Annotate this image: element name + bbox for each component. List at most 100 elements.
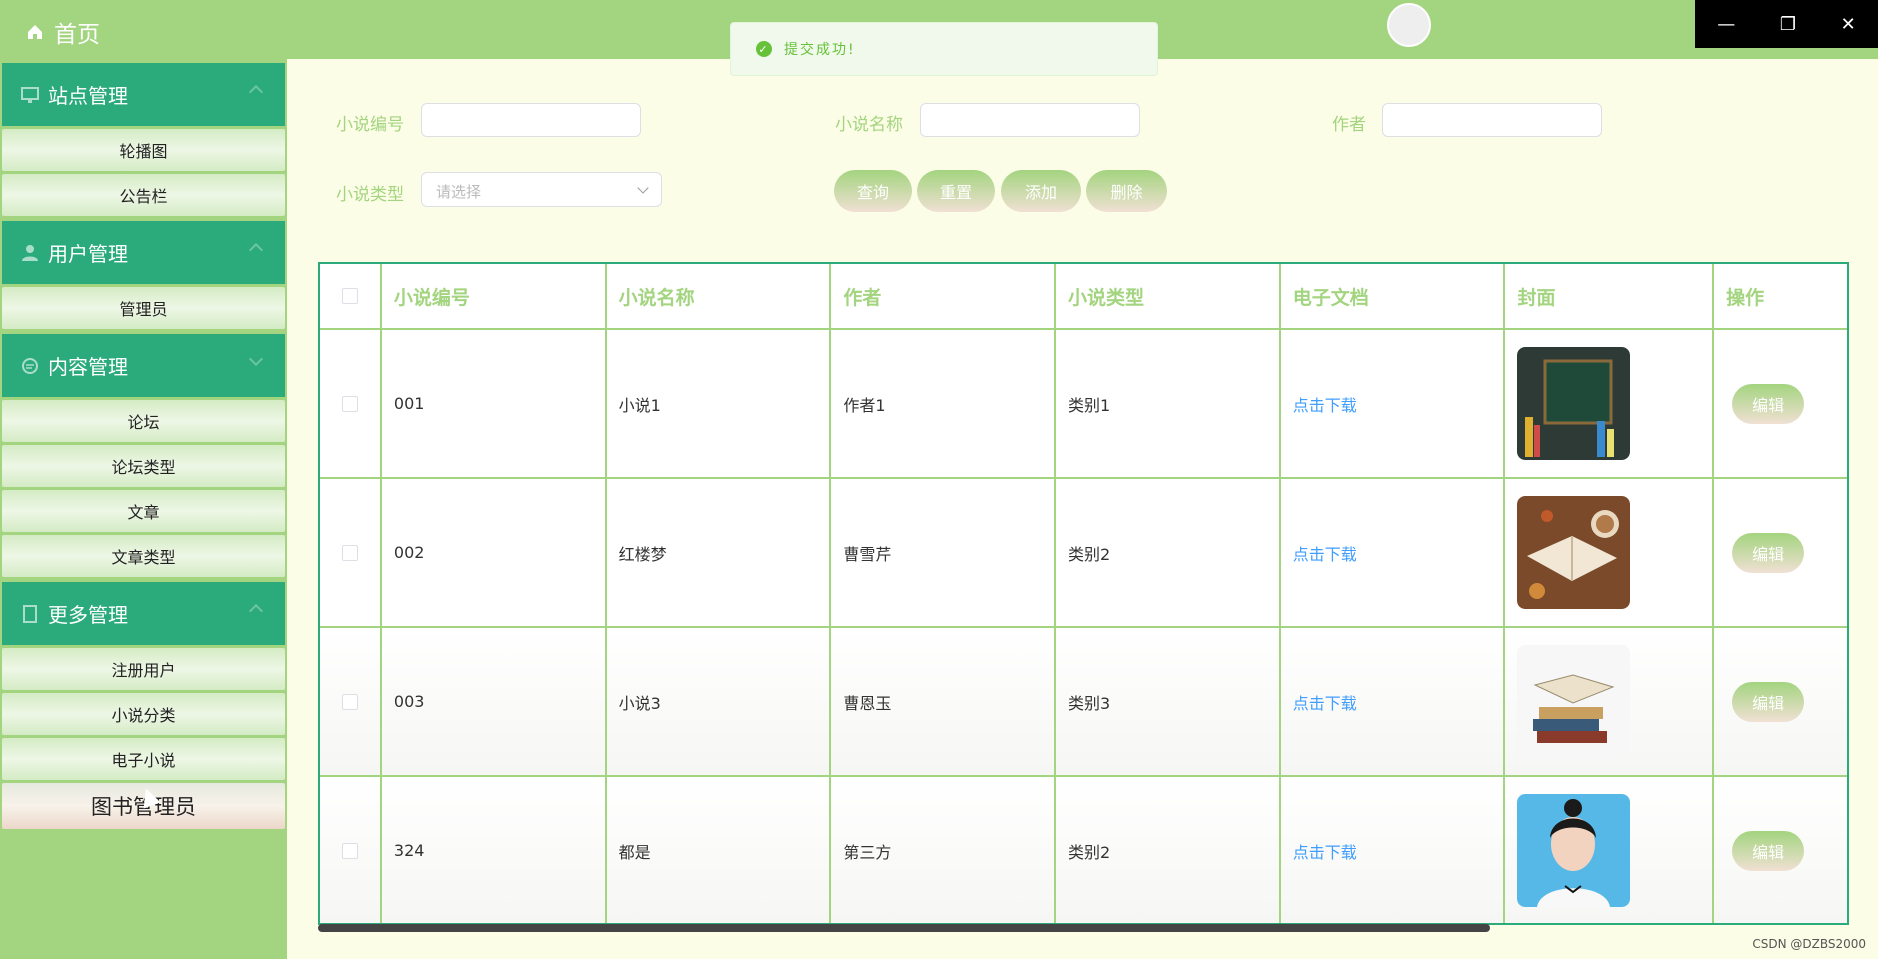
- restore-icon[interactable]: ❐: [1780, 14, 1796, 35]
- cell-ebook: 点击下载: [1281, 628, 1506, 775]
- header-author: 作者: [831, 264, 1057, 328]
- cell-novel-id: 001: [382, 330, 607, 477]
- author-input[interactable]: [1382, 103, 1602, 137]
- novel-type-select[interactable]: 请选择: [421, 172, 662, 207]
- cell-cover: [1505, 628, 1715, 775]
- sidebar-group-more[interactable]: 更多管理: [2, 582, 285, 645]
- edit-button[interactable]: 编辑: [1732, 532, 1805, 573]
- cell-ebook: 点击下载: [1281, 330, 1506, 477]
- table-row: 001 小说1 作者1 类别1 点击下载 编辑: [320, 330, 1847, 479]
- row-checkbox-cell: [320, 330, 382, 477]
- cell-ebook: 点击下载: [1281, 777, 1506, 923]
- query-button[interactable]: 查询: [834, 170, 912, 212]
- document-icon: [23, 604, 37, 623]
- sidebar-item-registered-users[interactable]: 注册用户: [2, 648, 285, 690]
- avatar[interactable]: [1387, 3, 1431, 47]
- cell-novel-id: 002: [382, 479, 607, 626]
- novel-table: 小说编号 小说名称 作者 小说类型 电子文档 封面 操作 001 小说1 作者1…: [318, 262, 1849, 925]
- download-link[interactable]: 点击下载: [1293, 392, 1357, 416]
- edit-button[interactable]: 编辑: [1732, 830, 1805, 871]
- row-checkbox[interactable]: [341, 842, 358, 859]
- cell-novel-type: 类别3: [1056, 628, 1281, 775]
- header-ebook: 电子文档: [1281, 264, 1506, 328]
- success-toast: ✓ 提交成功!: [730, 22, 1158, 76]
- sidebar-item-article-type[interactable]: 文章类型: [2, 535, 285, 577]
- select-all-checkbox[interactable]: [341, 288, 358, 304]
- table-row: 324 都是 第三方 类别2 点击下载 编辑: [320, 777, 1847, 923]
- header-action: 操作: [1726, 286, 1765, 309]
- horizontal-scrollbar[interactable]: [318, 924, 1490, 932]
- toast-message: 提交成功!: [784, 42, 856, 58]
- edit-button[interactable]: 编辑: [1732, 383, 1805, 424]
- cover-image[interactable]: [1517, 347, 1631, 460]
- sidebar-group-users[interactable]: 用户管理: [2, 221, 285, 284]
- cell-author: 曹雪芹: [831, 479, 1057, 626]
- download-link[interactable]: 点击下载: [1293, 690, 1357, 714]
- header-checkbox-cell: [320, 264, 382, 328]
- sidebar-item-article[interactable]: 文章: [2, 490, 285, 532]
- novel-id-label: 小说编号: [336, 115, 404, 135]
- cell-cover: [1505, 777, 1715, 923]
- row-checkbox[interactable]: [341, 395, 358, 412]
- chevron-down-icon: [637, 182, 649, 194]
- novel-type-placeholder: 请选择: [436, 183, 482, 201]
- cell-novel-type: 类别2: [1056, 777, 1281, 923]
- reset-button[interactable]: 重置: [917, 170, 995, 212]
- novel-name-input[interactable]: [920, 103, 1140, 137]
- cell-author: 作者1: [831, 330, 1057, 477]
- download-link[interactable]: 点击下载: [1293, 839, 1357, 863]
- sidebar-group-label: 站点管理: [48, 84, 128, 108]
- sidebar-home-label: 首页: [54, 21, 100, 48]
- novel-type-label: 小说类型: [336, 185, 404, 205]
- close-icon[interactable]: ✕: [1841, 14, 1856, 35]
- table-row: 003 小说3 曹恩玉 类别3 点击下载 编辑: [320, 628, 1847, 777]
- row-checkbox[interactable]: [341, 693, 358, 710]
- sidebar-item-notice[interactable]: 公告栏: [2, 174, 285, 216]
- author-label: 作者: [1332, 115, 1366, 135]
- chat-icon: [22, 357, 38, 374]
- cover-image[interactable]: [1517, 496, 1631, 609]
- cell-ebook: 点击下载: [1281, 479, 1506, 626]
- header-novel-type: 小说类型: [1056, 264, 1281, 328]
- cell-action: 编辑: [1714, 628, 1847, 775]
- user-icon: [22, 244, 38, 261]
- cell-author: 第三方: [831, 777, 1057, 923]
- cell-novel-type: 类别2: [1056, 479, 1281, 626]
- cell-author: 曹恩玉: [831, 628, 1057, 775]
- chevron-down-icon: [248, 351, 264, 367]
- sidebar-item-carousel[interactable]: 轮播图: [2, 129, 285, 171]
- header-cover: 封面: [1505, 264, 1715, 328]
- sidebar-group-label: 内容管理: [48, 355, 128, 379]
- sidebar-group-content[interactable]: 内容管理: [2, 334, 285, 397]
- add-button[interactable]: 添加: [1001, 170, 1081, 212]
- sidebar-home[interactable]: 首页: [0, 0, 287, 63]
- window-controls: — ❐ ✕: [1695, 0, 1878, 48]
- minimize-icon[interactable]: —: [1717, 14, 1735, 35]
- row-checkbox[interactable]: [341, 544, 358, 561]
- cell-action: 编辑: [1714, 479, 1847, 626]
- row-checkbox-cell: [320, 628, 382, 775]
- sidebar-item-forum[interactable]: 论坛: [2, 400, 285, 442]
- cell-novel-name: 红楼梦: [607, 479, 832, 626]
- cell-novel-id: 003: [382, 628, 607, 775]
- sidebar-group-label: 用户管理: [48, 242, 128, 266]
- sidebar-item-admin[interactable]: 管理员: [2, 287, 285, 329]
- sidebar-item-forum-type[interactable]: 论坛类型: [2, 445, 285, 487]
- cover-image[interactable]: [1517, 645, 1631, 758]
- cover-image[interactable]: [1517, 794, 1631, 907]
- delete-button[interactable]: 删除: [1086, 170, 1167, 212]
- cell-novel-name: 都是: [607, 777, 832, 923]
- row-checkbox-cell: [320, 777, 382, 923]
- sidebar-item-novel-category[interactable]: 小说分类: [2, 693, 285, 735]
- table-row: 002 红楼梦 曹雪芹 类别2 点击下载 编辑: [320, 479, 1847, 628]
- cell-cover: [1505, 479, 1715, 626]
- table-header: 小说编号 小说名称 作者 小说类型 电子文档 封面 操作: [320, 264, 1847, 330]
- novel-id-input[interactable]: [421, 103, 641, 137]
- sidebar-item-ebook[interactable]: 电子小说: [2, 738, 285, 780]
- edit-button[interactable]: 编辑: [1732, 681, 1805, 722]
- check-circle-icon: ✓: [756, 41, 772, 57]
- sidebar-group-site[interactable]: 站点管理: [2, 63, 285, 126]
- download-link[interactable]: 点击下载: [1293, 541, 1357, 565]
- monitor-icon: [21, 86, 39, 103]
- watermark: CSDN @DZBS2000: [1752, 937, 1866, 951]
